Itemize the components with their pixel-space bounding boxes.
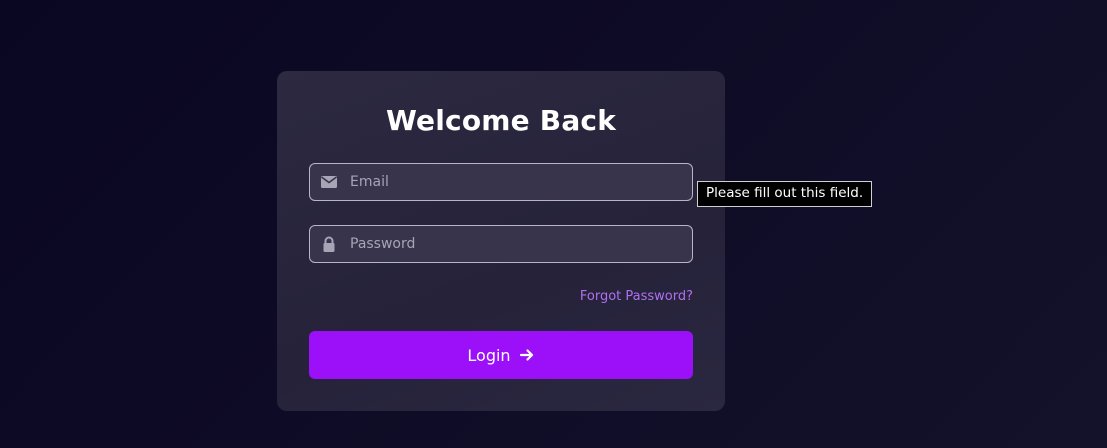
forgot-password-link[interactable]: Forgot Password? xyxy=(580,289,693,304)
email-field[interactable] xyxy=(309,163,693,201)
password-input[interactable] xyxy=(350,226,680,262)
page-title: Welcome Back xyxy=(385,104,617,137)
envelope-icon xyxy=(321,174,337,190)
login-button[interactable]: Login xyxy=(309,331,693,379)
arrow-right-icon xyxy=(519,349,533,361)
password-field[interactable] xyxy=(309,225,693,263)
validation-tooltip: Please fill out this field. xyxy=(697,181,873,207)
login-button-label: Login xyxy=(467,345,511,365)
email-input[interactable] xyxy=(350,164,680,200)
login-card: Welcome Back Forgot Password? Login xyxy=(277,71,725,411)
lock-icon xyxy=(321,236,337,252)
